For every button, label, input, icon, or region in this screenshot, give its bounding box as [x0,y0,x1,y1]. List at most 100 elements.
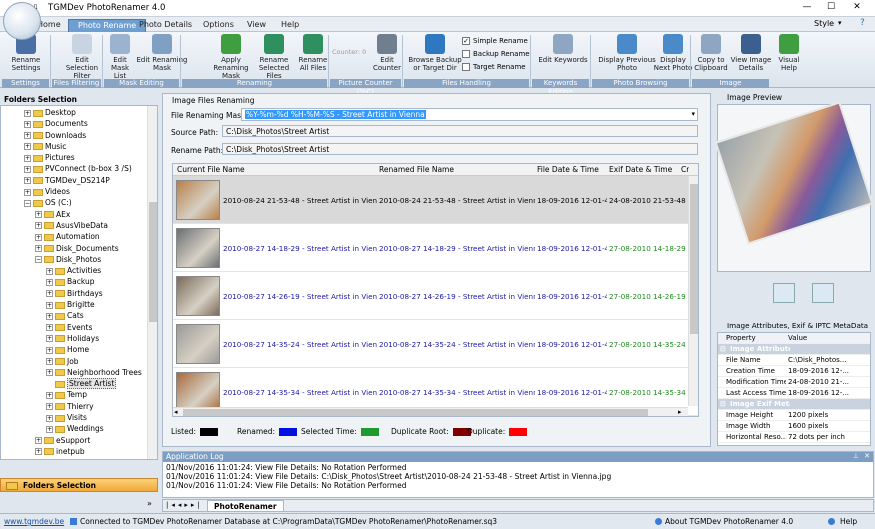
folder-item[interactable]: + Brigitte [1,299,147,310]
expand-icon[interactable]: + [35,211,42,219]
folder-item[interactable]: + PVConnect (b-box 3 /S) [1,163,147,174]
mask-dropdown[interactable]: %Y-%m-%d %H-%M-%S - Street Artist in Vie… [241,108,698,121]
table-row[interactable]: 2010-08-24 21-53-48 - Street Artist in V… [173,176,698,224]
folder-item[interactable]: + Events [1,322,147,333]
tab-photorenamer[interactable]: PhotoRenamer [207,500,284,512]
expand-icon[interactable]: + [46,278,53,286]
folder-item[interactable]: + Music [1,141,147,152]
expand-icon[interactable]: + [24,177,31,185]
collapse-icon[interactable]: ⊟ [720,399,726,410]
tab-photo-details[interactable]: Photo Details [130,19,201,32]
expand-icon[interactable]: + [35,233,42,241]
expand-icon[interactable]: + [46,414,53,422]
scroll-right-icon[interactable]: ▸ [678,408,682,416]
folder-item[interactable]: + Temp [1,389,147,400]
folder-item[interactable]: + Home [1,344,147,355]
previous-photo-button[interactable]: Display Previous Photo [598,34,656,78]
attribute-row[interactable]: Image Height 1200 pixels [718,410,870,421]
binoculars-button[interactable]: View Image Details [729,34,773,78]
style-menu[interactable]: Style [814,19,834,28]
grid-vscrollbar[interactable] [688,176,698,406]
counter-button[interactable]: Edit Counter [370,34,404,78]
expand-icon[interactable]: + [46,403,53,411]
folder-item[interactable]: + TGMDev_DS214P [1,175,147,186]
expand-icon[interactable]: + [46,346,53,354]
expand-icon[interactable]: + [46,290,53,298]
close-icon[interactable]: ✕ [864,452,870,460]
expand-icon[interactable]: + [35,245,42,253]
collapse-icon[interactable]: − [35,256,42,264]
expand-icon[interactable]: + [46,324,53,332]
folder-item[interactable]: + AEx [1,209,147,220]
option-target-rename[interactable]: Target Rename [462,63,526,71]
attribute-row[interactable]: Last Access Time 18-09-2016 12-... [718,388,870,399]
apply-button[interactable]: Apply Renaming Mask [208,34,254,80]
pin-icon[interactable]: ⊥ [853,452,859,460]
folder-item[interactable]: + Disk_Documents [1,243,147,254]
attribute-row[interactable]: Modification Time 24-08-2010 21-... [718,377,870,388]
rename-path-field[interactable]: C:\Disk_Photos\Street Artist [222,143,698,155]
filter-button[interactable]: Edit Selection Filter [62,34,102,80]
attribute-row[interactable]: Horizontal Reso... 72 dots per inch [718,432,870,443]
expand-icon[interactable]: + [24,165,31,173]
folder-item[interactable]: + Pictures [1,152,147,163]
attribute-row[interactable]: Creation Time 18-09-2016 12-... [718,366,870,377]
collapse-icon[interactable]: − [24,199,31,207]
folder-item[interactable]: + Downloads [1,130,147,141]
expand-icon[interactable]: + [46,358,53,366]
expand-icon[interactable]: + [24,109,31,117]
keywords-button[interactable]: Edit Keywords [538,34,588,78]
expand-icon[interactable]: + [46,312,53,320]
folder-item[interactable]: + Activities [1,265,147,276]
scroll-left-icon[interactable]: ◂ [174,408,178,416]
chevron-down-icon[interactable]: ▾ [838,19,842,27]
checkbox-checked-icon[interactable]: ✓ [462,37,470,45]
expand-icon[interactable]: + [46,391,53,399]
expand-icon[interactable]: + [24,120,31,128]
tab-options[interactable]: Options [194,19,243,32]
collapse-icon[interactable]: ⊟ [720,344,726,355]
rotate-left-icon[interactable] [773,283,795,303]
help-frog-button[interactable]: Visual Help [774,34,804,78]
option-backup-rename[interactable]: Backup Rename [462,50,530,58]
tree-scrollbar[interactable] [147,106,157,459]
tab-help[interactable]: Help [272,19,308,32]
table-row[interactable]: 2010-08-27 14-35-24 - Street Artist in V… [173,320,698,368]
column-header[interactable]: Exif Date & Time [609,164,672,176]
website-link[interactable]: www.tgmdev.be [4,514,64,529]
expand-icon[interactable]: + [46,335,53,343]
folder-item[interactable]: + Visits [1,412,147,423]
expand-panel-icon[interactable]: » [147,499,152,508]
checkbox-icon[interactable] [462,63,470,71]
folder-item[interactable]: + Videos [1,186,147,197]
column-header[interactable]: Cr [681,164,689,176]
folder-item[interactable]: +Intel [1,457,147,459]
maximize-button[interactable]: ☐ [820,2,842,15]
folder-item[interactable]: + Birthdays [1,288,147,299]
folder-item[interactable]: + eSupport [1,435,147,446]
globe-button[interactable]: Browse Backup or Target Dir [406,34,464,78]
attribute-group[interactable]: ⊟ Image Exif MetaData [718,399,870,410]
rename-all-button[interactable]: Rename All Files [294,34,332,78]
edit-list-button[interactable]: Edit Mask List [104,34,136,80]
close-button[interactable]: ✕ [846,2,868,15]
column-header[interactable]: Renamed File Name [379,164,454,176]
checkbox-icon[interactable] [462,50,470,58]
expand-icon[interactable]: + [35,222,42,230]
folder-item[interactable]: − Disk_Photos [1,254,147,265]
attribute-row[interactable]: Image Width 1600 pixels [718,421,870,432]
expand-icon[interactable]: + [35,448,42,456]
folder-item[interactable]: + Automation [1,231,147,242]
folder-item[interactable]: + Cats [1,310,147,321]
gear-button[interactable]: Rename Settings [4,34,48,78]
clipboard-button[interactable]: Copy to Clipboard [694,34,728,78]
rename-selected-button[interactable]: Rename Selected Files [254,34,294,80]
folder-item[interactable]: + Thierry [1,401,147,412]
folder-item[interactable]: + Neighborhood Trees [1,367,147,378]
chevron-down-icon[interactable]: ▾ [691,109,695,120]
folder-item[interactable]: Street Artist [1,378,147,390]
help-icon[interactable]: ? [860,18,865,28]
tab-view[interactable]: View [238,19,275,32]
about-button[interactable]: About TGMDev PhotoRenamer 4.0 [665,514,793,529]
source-path-field[interactable]: C:\Disk_Photos\Street Artist [222,125,698,137]
